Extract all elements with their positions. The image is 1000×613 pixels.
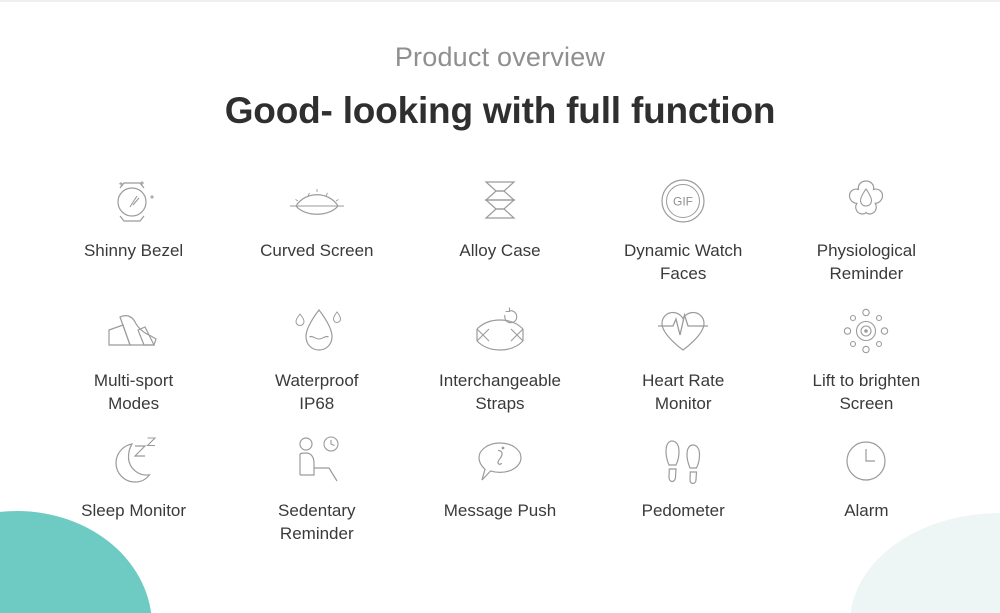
feature-item-physiological-reminder: Physiological Reminder (775, 172, 958, 302)
feature-grid: Shinny Bezel Curved Screen Alloy Case GI… (42, 172, 958, 562)
feature-item-sleep-monitor: Sleep Monitor (42, 432, 225, 562)
feature-item-alarm: Alarm (775, 432, 958, 562)
footprints-icon (652, 432, 714, 490)
feature-item-curved-screen: Curved Screen (225, 172, 408, 302)
feature-item-waterproof-ip68: Waterproof IP68 (225, 302, 408, 432)
product-overview-page: Product overview Good- looking with full… (0, 0, 1000, 613)
moon-zzz-icon (103, 432, 165, 490)
page-title: Good- looking with full function (224, 89, 776, 131)
feature-item-sedentary-reminder: Sedentary Reminder (225, 432, 408, 562)
feature-label: Waterproof IP68 (275, 371, 359, 413)
brightness-sun-icon (835, 302, 897, 360)
feature-item-message-push: Message Push (408, 432, 591, 562)
feature-item-dynamic-watch-faces: GIF Dynamic Watch Faces (592, 172, 775, 302)
alloy-case-stack-icon (469, 172, 531, 230)
flower-droplet-icon (835, 172, 897, 230)
feature-label: Dynamic Watch Faces (623, 241, 743, 283)
top-divider (0, 0, 1000, 2)
feature-label: Pedometer (641, 501, 725, 520)
water-droplet-icon (286, 302, 348, 360)
feature-label: Sedentary Reminder (278, 501, 356, 543)
feature-label: Lift to brighten Screen (812, 371, 921, 413)
feature-item-alloy-case: Alloy Case (408, 172, 591, 302)
feature-item-interchangeable-straps: Interchangeable Straps (408, 302, 591, 432)
feature-label: Sleep Monitor (81, 501, 187, 520)
feature-item-pedometer: Pedometer (592, 432, 775, 562)
heart-ecg-icon (652, 302, 714, 360)
feature-label: Curved Screen (260, 241, 374, 260)
feature-label: Shinny Bezel (83, 241, 184, 260)
curved-screen-lens-icon (286, 172, 348, 230)
shiny-watch-bezel-icon (103, 172, 165, 230)
feature-label: Alarm (844, 501, 889, 520)
running-shoe-icon (103, 302, 165, 360)
section-eyebrow: Product overview (394, 42, 606, 72)
feature-item-shinny-bezel: Shinny Bezel (42, 172, 225, 302)
clock-alarm-icon (835, 432, 897, 490)
page-header: Product overview Good- looking with full… (0, 41, 1000, 133)
feature-item-multi-sport-modes: Multi-sport Modes (42, 302, 225, 432)
feature-label: Heart Rate Monitor (642, 371, 725, 413)
feature-label: Physiological Reminder (816, 241, 916, 283)
feature-item-lift-to-brighten-screen: Lift to brighten Screen (775, 302, 958, 432)
feature-label: Message Push (443, 501, 557, 520)
feature-label: Multi-sport Modes (93, 371, 174, 413)
interchangeable-straps-icon (469, 302, 531, 360)
feature-label: Interchangeable Straps (439, 371, 561, 413)
feature-label: Alloy Case (459, 241, 541, 260)
feature-item-heart-rate-monitor: Heart Rate Monitor (592, 302, 775, 432)
gif-watch-face-icon: GIF (652, 172, 714, 230)
message-bubble-info-icon (469, 432, 531, 490)
seated-person-clock-icon (286, 432, 348, 490)
svg-text:GIF: GIF (673, 195, 693, 209)
